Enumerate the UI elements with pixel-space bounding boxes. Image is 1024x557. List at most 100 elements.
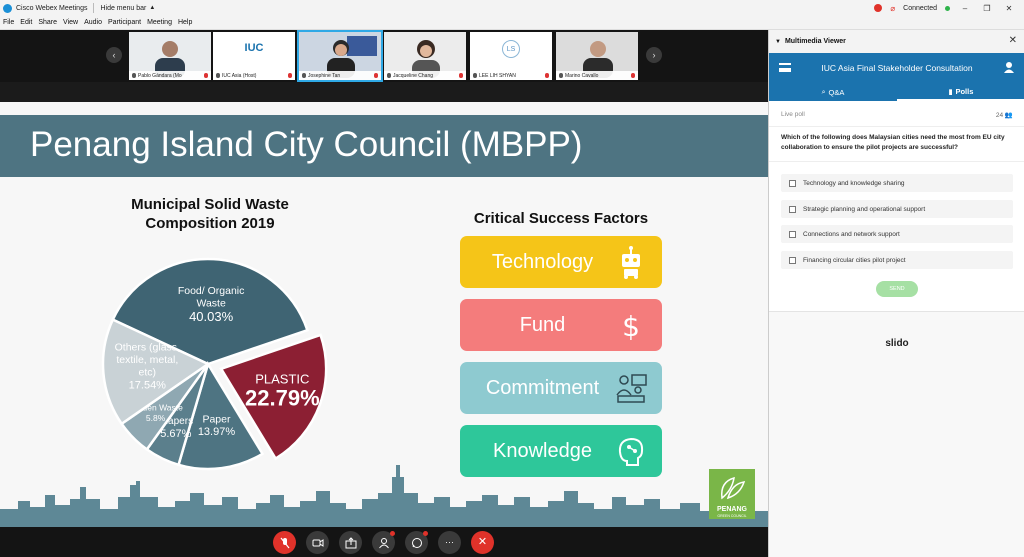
slide-header: Penang Island City Council (MBPP) [0,115,768,177]
pie-title: Municipal Solid Waste Composition 2019 [100,195,320,233]
participants-button[interactable] [372,531,395,554]
pie-slice-label: Waste [196,297,226,309]
participant-name: LEE LIH SHYAN [479,72,516,79]
user-profile-icon[interactable] [1003,61,1015,73]
ellipsis-icon: ··· [445,537,454,547]
checkbox[interactable] [789,205,796,213]
close-panel-button[interactable]: ✕ [1009,35,1017,46]
panel-header: ▼ Multimedia Viewer ✕ [769,30,1024,53]
mic-icon [216,73,220,78]
mic-icon [559,73,563,78]
divider [769,126,1024,127]
participant-name: Pablo Gándara (Mo [138,72,182,79]
participant-video-active-speaker[interactable]: Josephine Tan [297,30,383,82]
menu-file[interactable]: File [3,19,14,26]
muted-icon [204,73,208,78]
more-options-button[interactable]: ··· [438,531,461,554]
scroll-left-button[interactable]: ‹ [106,47,122,63]
mic-icon [132,73,136,78]
pie-slice-value: 5.67% [160,428,191,440]
slido-footer: slido [769,311,1024,557]
send-button[interactable]: SEND [876,281,918,297]
leave-meeting-button[interactable]: ✕ [471,531,494,554]
menu-participant[interactable]: Participant [108,19,141,26]
close-window-button[interactable]: ✕ [1002,4,1016,13]
checkbox[interactable] [789,230,796,238]
poll-question: Which of the following does Malaysian ci… [781,134,1005,151]
svg-text:$: $ [622,310,640,342]
participant-label: Josephine Tan [299,71,381,80]
muted-icon [288,73,292,78]
option-label: Strategic planning and operational suppo… [803,205,926,213]
waste-pie-chart: Food/ OrganicWaste40.03% PLASTIC22.79% Pap… [101,257,328,471]
participant-video[interactable]: Pablo Gándara (Mo [129,32,211,80]
slide-title: Penang Island City Council (MBPP) [30,125,583,164]
mic-muted-icon [280,537,289,548]
video-button[interactable] [306,531,329,554]
participant-name: Josephine Tan [308,72,341,79]
close-icon: ✕ [477,536,488,548]
poll-option[interactable]: Financing circular cities pilot project [781,251,1013,269]
mute-button[interactable] [273,531,296,554]
option-label: Connections and network support [803,230,900,238]
tab-polls[interactable]: ▮ Polls [897,84,1024,101]
checkbox[interactable] [789,179,796,187]
pie-slice-label: Paper [202,413,231,425]
pie-slice-label: Others (glass, [115,341,180,353]
participant-name: Marino Cavallo [565,72,599,79]
muted-icon [374,73,378,78]
menu-view[interactable]: View [63,19,78,26]
restore-button[interactable]: ❐ [980,4,994,13]
participant-name: IUC Asia (Host) [222,72,257,79]
chevron-up-icon[interactable]: ▲ [149,5,155,11]
checkbox[interactable] [789,256,796,264]
pie-slice-label: PLASTIC [255,372,309,387]
menu-share[interactable]: Share [38,19,57,26]
bar-chart-icon: ▮ [948,88,953,96]
option-label: Technology and knowledge sharing [803,179,905,187]
multimedia-viewer-panel: ▼ Multimedia Viewer ✕ IUC Asia Final Sta… [768,30,1024,557]
menu-help[interactable]: Help [178,19,192,26]
menu-audio[interactable]: Audio [84,19,102,26]
participant-label: Pablo Gándara (Mo [129,71,211,80]
tab-label: Q&A [828,88,845,97]
minimize-button[interactable]: – [958,4,972,13]
chat-icon: ⌕ [821,88,826,96]
connection-status: Connected [903,4,937,12]
poll-option[interactable]: Connections and network support [781,225,1013,243]
participant-video[interactable]: IUC IUC Asia (Host) [213,32,295,80]
menu-edit[interactable]: Edit [20,19,32,26]
recording-icon[interactable] [874,4,883,12]
connected-indicator-icon [945,5,950,11]
participant-label: LEE LIH SHYAN [470,71,552,80]
participant-strip: ‹ Pablo Gándara (Mo IUC IUC Asia (Host) … [0,30,768,82]
mic-icon [302,73,306,78]
participant-video[interactable]: Marino Cavallo [556,32,638,80]
pie-slice-label: etc) [139,366,157,378]
csf-label: Commitment [485,376,600,399]
participant-name: Jacqueline Chang [393,72,434,79]
chat-button[interactable] [405,531,428,554]
participant-video[interactable]: Jacqueline Chang [384,32,466,80]
menu-meeting[interactable]: Meeting [147,19,172,26]
hide-menu-button[interactable]: Hide menu bar [100,5,146,12]
csf-label: Fund [519,313,566,336]
scroll-right-button[interactable]: › [646,47,662,63]
event-title: IUC Asia Final Stakeholder Consultation [821,63,973,73]
option-label: Financing circular cities pilot project [803,256,906,264]
poll-option[interactable]: Strategic planning and operational suppo… [781,200,1013,218]
panel-title: Multimedia Viewer [784,38,846,45]
pie-slice-value: 5.8% [146,413,166,423]
tab-qa[interactable]: ⌕ Q&A [769,84,897,101]
penang-green-council-logo: PENANG GREEN COUNCIL [709,469,755,519]
participant-label: Jacqueline Chang [384,71,466,80]
chevron-down-icon[interactable]: ▼ [775,39,781,45]
mic-icon [387,73,391,78]
participant-video[interactable]: LS LEE LIH SHYAN [470,32,552,80]
title-bar: Cisco Webex Meetings Hide menu bar ▲ ⌀ C… [0,0,1024,16]
poll-option[interactable]: Technology and knowledge sharing [781,174,1013,192]
notification-badge [423,531,428,536]
share-button[interactable] [339,531,362,554]
slido-logo: slido [885,338,909,349]
muted-icon [631,73,635,78]
